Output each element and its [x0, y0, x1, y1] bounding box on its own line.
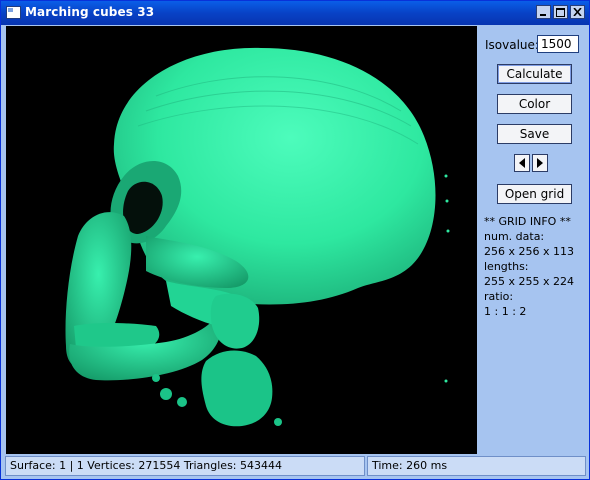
ratio-label: ratio:	[484, 290, 514, 303]
color-button[interactable]: Color	[497, 94, 572, 114]
num-data-value: 256 x 256 x 113	[484, 245, 574, 258]
open-grid-button[interactable]: Open grid	[497, 184, 572, 204]
skull-surface-render	[65, 47, 450, 427]
minimize-button[interactable]	[536, 5, 551, 19]
control-panel: Isovalue: Calculate Color Save Open grid…	[478, 26, 586, 454]
close-button[interactable]	[570, 5, 585, 19]
next-button[interactable]	[532, 154, 548, 172]
isovalue-label: Isovalue:	[485, 38, 539, 52]
title-bar[interactable]: Marching cubes 33	[1, 1, 589, 25]
maximize-button[interactable]	[553, 5, 568, 19]
lengths-value: 255 x 255 x 224	[484, 275, 574, 288]
window-title: Marching cubes 33	[25, 5, 155, 19]
arrow-right-icon	[537, 158, 543, 168]
lengths-label: lengths:	[484, 260, 529, 273]
grid-info-header: ** GRID INFO **	[484, 215, 571, 228]
save-button[interactable]: Save	[497, 124, 572, 144]
close-icon	[573, 8, 582, 16]
render-viewport[interactable]	[6, 26, 477, 454]
status-time: Time: 260 ms	[367, 456, 586, 476]
app-window: Marching cubes 33 Isovalue: 1500 Calcula…	[0, 0, 590, 480]
arrow-left-icon	[519, 158, 525, 168]
num-data-label: num. data:	[484, 230, 545, 243]
calculate-button[interactable]: Calculate	[497, 64, 572, 84]
ratio-value: 1 : 1 : 2	[484, 305, 527, 318]
status-surface-info: Surface: 1 | 1 Vertices: 271554 Triangle…	[5, 456, 365, 476]
isovalue-input[interactable]	[537, 35, 579, 53]
previous-button[interactable]	[514, 154, 530, 172]
app-icon	[6, 6, 21, 19]
